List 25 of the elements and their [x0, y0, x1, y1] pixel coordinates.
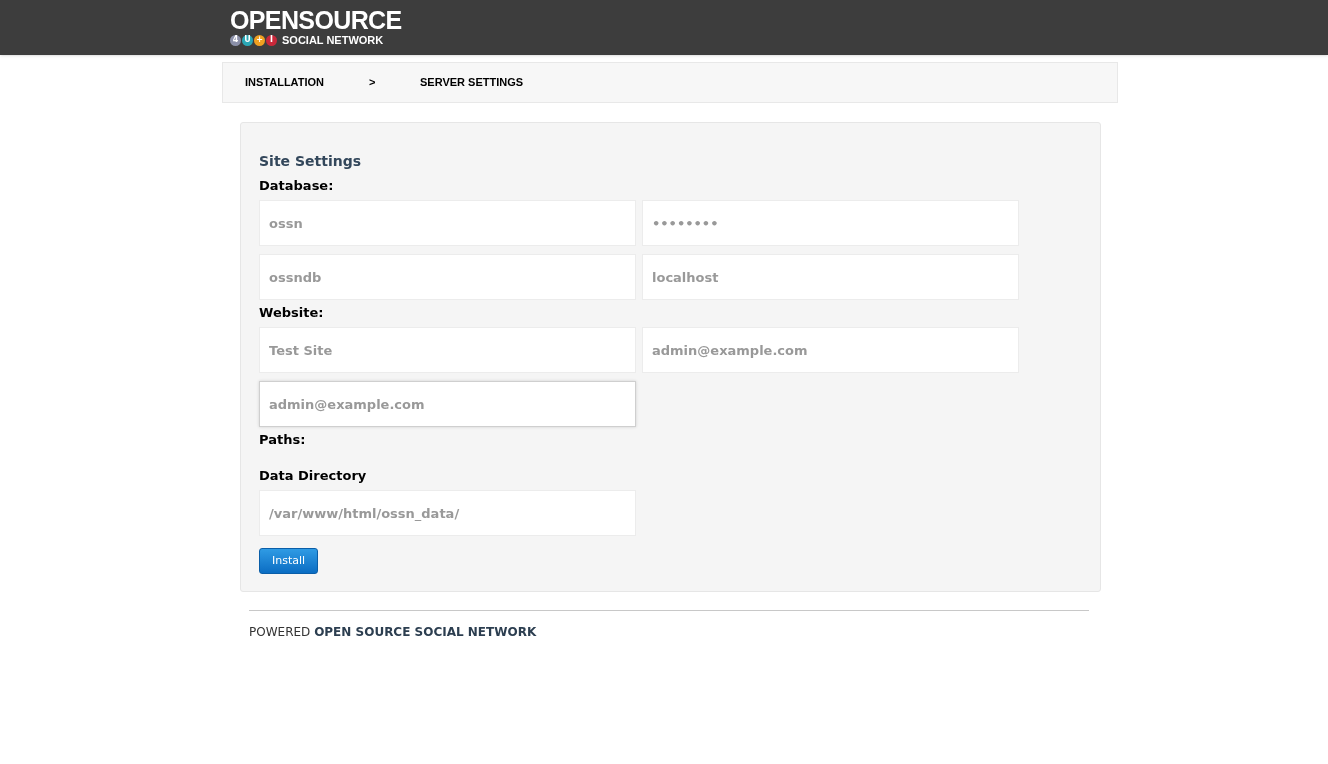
breadcrumb-item: SERVER SETTINGS	[420, 75, 524, 91]
breadcrumb-item: INSTALLATION	[245, 75, 326, 91]
footer-text: POWERED	[249, 625, 312, 639]
text-field[interactable]: ossndb	[259, 254, 636, 300]
text-field[interactable]: admin@example.com	[642, 327, 1019, 373]
logo-subtitle: SOCIAL NETWORK	[282, 34, 384, 46]
text-field[interactable]: ••••••••	[642, 200, 1019, 246]
text-field[interactable]: Test Site	[259, 327, 636, 373]
text-field[interactable]: ossn	[259, 200, 636, 246]
text-field[interactable]: localhost	[642, 254, 1019, 300]
text-field[interactable]: /var/www/html/ossn_data/	[259, 490, 636, 536]
text-field[interactable]: admin@example.com	[259, 381, 636, 427]
section-heading: Paths:	[259, 432, 307, 448]
breadcrumb-item: >	[369, 75, 377, 91]
logo-badge: I	[266, 34, 277, 46]
field-label: Data Directory	[259, 468, 368, 484]
install-button[interactable]: Install	[259, 548, 319, 574]
logo-title: OPENSOURCE	[230, 8, 402, 32]
logo-badge: U	[242, 34, 253, 46]
section-heading: Website:	[259, 305, 325, 321]
footer-link[interactable]: OPEN SOURCE SOCIAL NETWORK	[314, 625, 537, 639]
logo-badge: 4	[230, 34, 241, 46]
section-heading: Database:	[259, 178, 335, 194]
card-title: Site Settings	[259, 152, 363, 171]
logo-badge: +	[254, 34, 265, 46]
